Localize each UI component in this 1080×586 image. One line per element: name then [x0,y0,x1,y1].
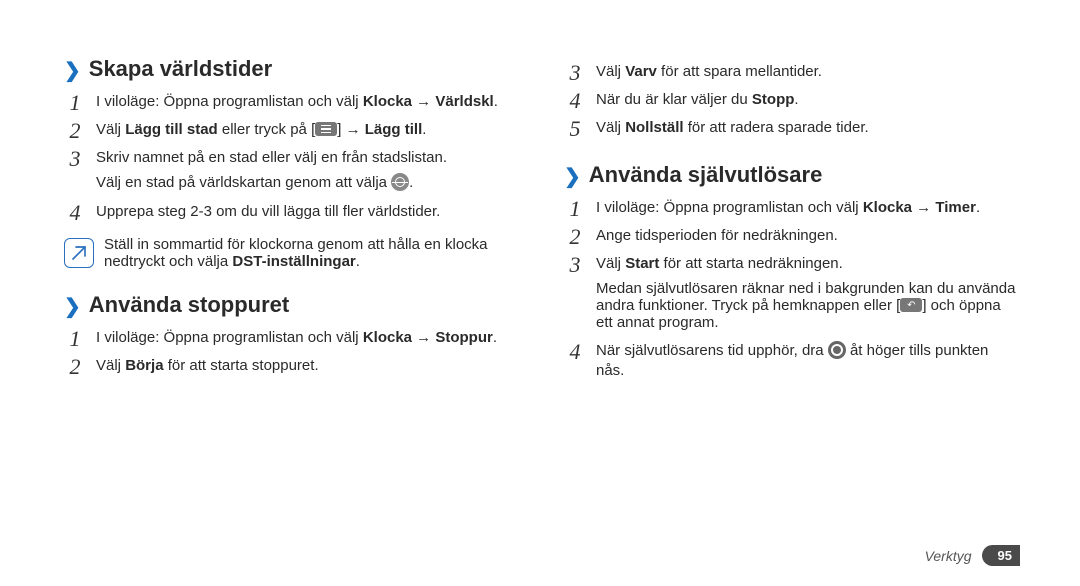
step-body: När självutlösarens tid upphör, dra åt h… [596,341,1016,382]
chevron-right-icon: ❯ [64,297,81,317]
step-subtext: Välj en stad på världskartan genom att v… [96,174,516,192]
two-column-layout: ❯ Skapa världstider 1 I viloläge: Öppna … [64,48,1016,556]
step-body: I viloläge: Öppna programlistan och välj… [96,92,498,112]
step-body: Skriv namnet på en stad eller välj en fr… [96,148,447,168]
step-item: 3 Skriv namnet på en stad eller välj en … [64,148,516,170]
steps-list-world-clock: 1 I viloläge: Öppna programlistan och vä… [64,88,516,176]
step-body: Välj Börja för att starta stoppuret. [96,356,319,376]
step-number: 1 [64,328,86,350]
step-item: 2 Välj Börja för att starta stoppuret. [64,356,516,378]
step-body: Välj Varv för att spara mellantider. [596,62,822,82]
return-icon: ↶ [900,298,922,312]
right-column: 3 Välj Varv för att spara mellantider. 4… [564,48,1016,556]
note-text: Ställ in sommartid för klockorna genom a… [104,236,516,270]
step-body: När du är klar väljer du Stopp. [596,90,799,110]
step-item: 4 När självutlösarens tid upphör, dra åt… [564,341,1016,382]
step-item: 1 I viloläge: Öppna programlistan och vä… [564,198,1016,220]
manual-page: ❯ Skapa världstider 1 I viloläge: Öppna … [0,0,1080,586]
steps-list-continued: 4 Upprepa steg 2-3 om du vill lägga till… [64,198,516,230]
step-item: 2 Välj Lägg till stad eller tryck på [] … [64,120,516,142]
stop-ring-icon [828,341,846,359]
step-item: 2 Ange tidsperioden för nedräkningen. [564,226,1016,248]
step-item: 4 När du är klar väljer du Stopp. [564,90,1016,112]
chevron-right-icon: ❯ [564,167,581,187]
step-item: 3 Välj Start för att starta nedräkningen… [564,254,1016,276]
footer-page-number: 95 [982,545,1020,566]
step-number: 5 [564,118,586,140]
section-heading-world-clock: ❯ Skapa världstider [64,56,516,82]
step-number: 4 [564,341,586,363]
heading-text: Skapa världstider [89,56,272,82]
steps-list-timer: 1 I viloläge: Öppna programlistan och vä… [564,194,1016,282]
step-body: Ange tidsperioden för nedräkningen. [596,226,838,246]
step-body: I viloläge: Öppna programlistan och välj… [596,198,980,218]
step-number: 2 [64,120,86,142]
section-heading-timer: ❯ Använda självutlösare [564,162,1016,188]
step-body: Välj Start för att starta nedräkningen. [596,254,843,274]
step-number: 3 [564,254,586,276]
globe-icon [391,173,409,191]
steps-list-stopwatch-cont: 3 Välj Varv för att spara mellantider. 4… [564,58,1016,146]
step-body: I viloläge: Öppna programlistan och välj… [96,328,497,348]
step-body: Välj Nollställ för att radera sparade ti… [596,118,869,138]
step-item: 1 I viloläge: Öppna programlistan och vä… [64,92,516,114]
steps-list-timer-cont: 4 När självutlösarens tid upphör, dra åt… [564,337,1016,388]
menu-icon [315,122,337,136]
step-number: 3 [64,148,86,170]
step-body: Välj Lägg till stad eller tryck på [] → … [96,120,426,140]
heading-text: Använda självutlösare [589,162,823,188]
chevron-right-icon: ❯ [64,61,81,81]
step-item: 4 Upprepa steg 2-3 om du vill lägga till… [64,202,516,224]
note-block: Ställ in sommartid för klockorna genom a… [64,236,516,270]
step-item: 1 I viloläge: Öppna programlistan och vä… [64,328,516,350]
step-number: 2 [64,356,86,378]
step-item: 3 Välj Varv för att spara mellantider. [564,62,1016,84]
step-number: 4 [564,90,586,112]
step-item: 5 Välj Nollställ för att radera sparade … [564,118,1016,140]
step-number: 3 [564,62,586,84]
note-icon [64,238,94,268]
step-number: 2 [564,226,586,248]
steps-list-stopwatch: 1 I viloläge: Öppna programlistan och vä… [64,324,516,384]
page-footer: Verktyg 95 [925,545,1020,566]
step-number: 4 [64,202,86,224]
heading-text: Använda stoppuret [89,292,289,318]
step-body: Upprepa steg 2-3 om du vill lägga till f… [96,202,440,222]
section-heading-stopwatch: ❯ Använda stoppuret [64,292,516,318]
left-column: ❯ Skapa världstider 1 I viloläge: Öppna … [64,48,516,556]
step-number: 1 [564,198,586,220]
step-subtext: Medan självutlösaren räknar ned i bakgru… [596,280,1016,331]
step-number: 1 [64,92,86,114]
footer-section-label: Verktyg [925,548,972,564]
